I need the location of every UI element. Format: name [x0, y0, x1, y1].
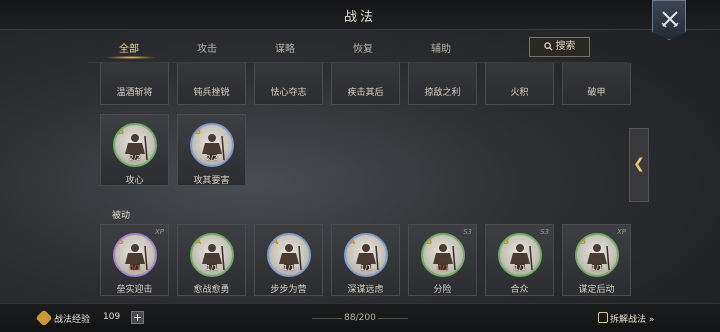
tactic-card[interactable]: S1/1钝兵挫锐 [177, 63, 246, 105]
tactic-card[interactable]: B 2/2 攻其要害 [177, 114, 246, 186]
tactic-card[interactable]: A 1/1 步步为营 [254, 224, 323, 296]
tab-all[interactable]: 全部 [94, 40, 164, 55]
level-label: 2/2 [206, 154, 218, 162]
search-icon [543, 40, 553, 58]
tactic-card[interactable]: S1/1温酒斩将 [100, 63, 169, 105]
tactic-card[interactable]: A1/1怯心夺志 [254, 63, 323, 105]
tactic-name: 怯心夺志 [270, 88, 307, 98]
tactic-name: 钝兵挫锐 [193, 88, 230, 98]
tactic-card[interactable]: S 0/1 XP 垒实迎击 [100, 224, 169, 296]
tactic-card[interactable]: B2/2破甲 [562, 63, 631, 105]
tactic-emblem: B 2/2 [190, 123, 234, 167]
add-exp-button[interactable]: + [131, 311, 144, 324]
page-title: 战法 [343, 10, 376, 25]
footer-bar: 战法经验 109 + 88/200 拆解战法 » [0, 303, 720, 332]
tactic-emblem: A 1/1 [344, 233, 388, 277]
tab-strategy[interactable]: 谋略 [250, 40, 320, 55]
season-badge: XP [154, 228, 164, 236]
tactic-name: 深谋远虑 [347, 285, 384, 295]
tactic-card[interactable]: B 1/1 S3 合众 [485, 224, 554, 296]
tactic-name: 掠敌之利 [424, 88, 461, 98]
grade-label: S [118, 237, 124, 246]
tactic-emblem: S 0/1 [113, 233, 157, 277]
scrolled-row: S1/1温酒斩将S1/1钝兵挫锐A1/1怯心夺志A0/1疾击其后A1/1掠敌之利… [0, 63, 720, 110]
tactic-name: 攻心 [125, 176, 144, 186]
tactic-card[interactable]: A 1/1 愈战愈勇 [177, 224, 246, 296]
tactics-screen: 战法 全部 攻击 谋略 恢复 辅助 搜索 S1/1温酒斩将S1/1钝兵挫锐A1/… [0, 0, 720, 332]
grade-label: A [349, 237, 356, 246]
grade-label: A [195, 237, 202, 246]
tactic-card[interactable]: B 2/2 攻心 [100, 114, 169, 186]
tab-support[interactable]: 辅助 [406, 40, 476, 55]
level-label: 1/1 [206, 264, 218, 272]
passive-section-label: 被动 [112, 211, 131, 221]
tactic-exp-icon [35, 309, 53, 327]
side-panel-toggle[interactable]: ❮ [629, 128, 649, 202]
search-button[interactable]: 搜索 [529, 37, 590, 57]
grade-label: B [580, 237, 587, 246]
level-label: 1/1 [591, 264, 603, 272]
tab-recovery[interactable]: 恢复 [328, 40, 398, 55]
tactic-name: 温酒斩将 [116, 88, 153, 98]
tactic-name: 谋定后动 [578, 285, 615, 295]
tactic-name: 攻其要害 [193, 176, 230, 186]
tactic-card[interactable]: A1/1火积 [485, 63, 554, 105]
title-bar: 战法 [0, 0, 720, 30]
tactic-card[interactable]: A1/1掠敌之利 [408, 63, 477, 105]
tactic-name: 破甲 [587, 88, 606, 98]
active-tab-indicator [106, 56, 156, 59]
level-label: 1/1 [283, 264, 295, 272]
season-badge: XP [616, 228, 626, 236]
level-label: 1/1 [360, 264, 372, 272]
tactic-name: 愈战愈勇 [193, 285, 230, 295]
chevron-left-icon: ❮ [633, 156, 645, 172]
exp-label: 战法经验 [54, 315, 91, 325]
close-button[interactable] [652, 0, 686, 40]
tab-attack[interactable]: 攻击 [172, 40, 242, 55]
search-label: 搜索 [555, 41, 576, 52]
tactic-card[interactable]: B 1/1 XP 谋定后动 [562, 224, 631, 296]
tactic-card[interactable]: B 0/1 S3 分险 [408, 224, 477, 296]
dismantle-button[interactable]: 拆解战法 » [610, 312, 654, 325]
tactic-name: 步步为营 [270, 285, 307, 295]
tactic-emblem: B 0/1 [421, 233, 465, 277]
tactic-card[interactable]: A 1/1 深谋远虑 [331, 224, 400, 296]
tactic-emblem: A 1/1 [267, 233, 311, 277]
dismantle-icon [598, 312, 608, 323]
exp-value: 109 [103, 312, 121, 322]
crossed-swords-icon [661, 11, 679, 28]
grade-label: B [195, 127, 202, 136]
grade-label: B [503, 237, 510, 246]
tactic-name: 垒实迎击 [116, 285, 153, 295]
level-label: 1/1 [514, 264, 526, 272]
tactic-name: 疾击其后 [347, 88, 384, 98]
grade-label: A [272, 237, 279, 246]
grade-label: B [426, 237, 433, 246]
tactic-emblem: B 1/1 [498, 233, 542, 277]
season-badge: S3 [463, 228, 472, 236]
tactic-emblem: B 1/1 [575, 233, 619, 277]
tactic-card[interactable]: A0/1疾击其后 [331, 63, 400, 105]
tactic-name: 合众 [510, 285, 529, 295]
season-badge: S3 [540, 228, 549, 236]
grade-label: B [118, 127, 125, 136]
tactic-name: 火积 [510, 88, 529, 98]
tactic-emblem: A 1/1 [190, 233, 234, 277]
level-label: 0/1 [129, 264, 141, 272]
divider-line [378, 318, 408, 319]
tactic-emblem: B 2/2 [113, 123, 157, 167]
tactic-name: 分险 [433, 285, 452, 295]
level-label: 0/1 [437, 264, 449, 272]
level-label: 2/2 [129, 154, 141, 162]
